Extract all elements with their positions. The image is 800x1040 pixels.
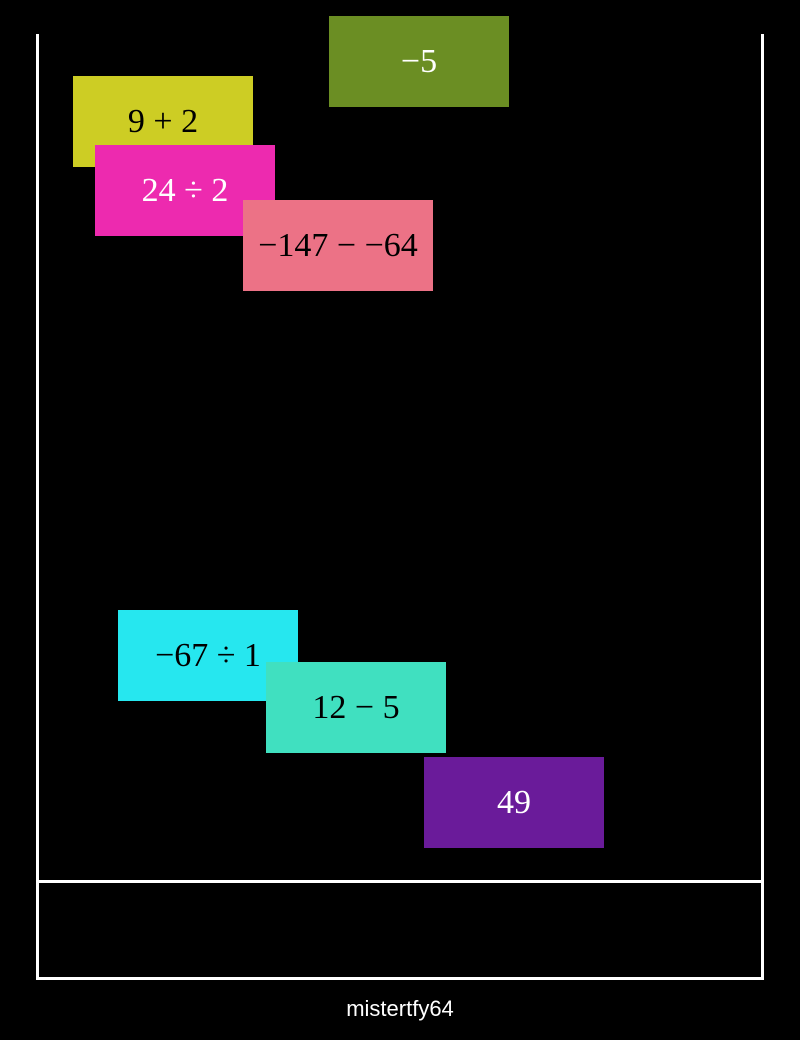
stage-border-right bbox=[761, 34, 764, 980]
tile-neg147[interactable]: −147 − −64 bbox=[243, 200, 433, 291]
footer-author: mistertfy64 bbox=[0, 996, 800, 1022]
tile-49[interactable]: 49 bbox=[424, 757, 604, 848]
stage-border-bottom bbox=[36, 977, 764, 980]
play-area: −59 + 224 ÷ 2−147 − −64−67 ÷ 112 − 549 bbox=[39, 34, 761, 880]
answer-input[interactable] bbox=[39, 883, 761, 977]
tile-12minus5[interactable]: 12 − 5 bbox=[266, 662, 446, 753]
game-stage: −59 + 224 ÷ 2−147 − −64−67 ÷ 112 − 549 bbox=[36, 0, 764, 980]
tile-neg5[interactable]: −5 bbox=[329, 16, 509, 107]
